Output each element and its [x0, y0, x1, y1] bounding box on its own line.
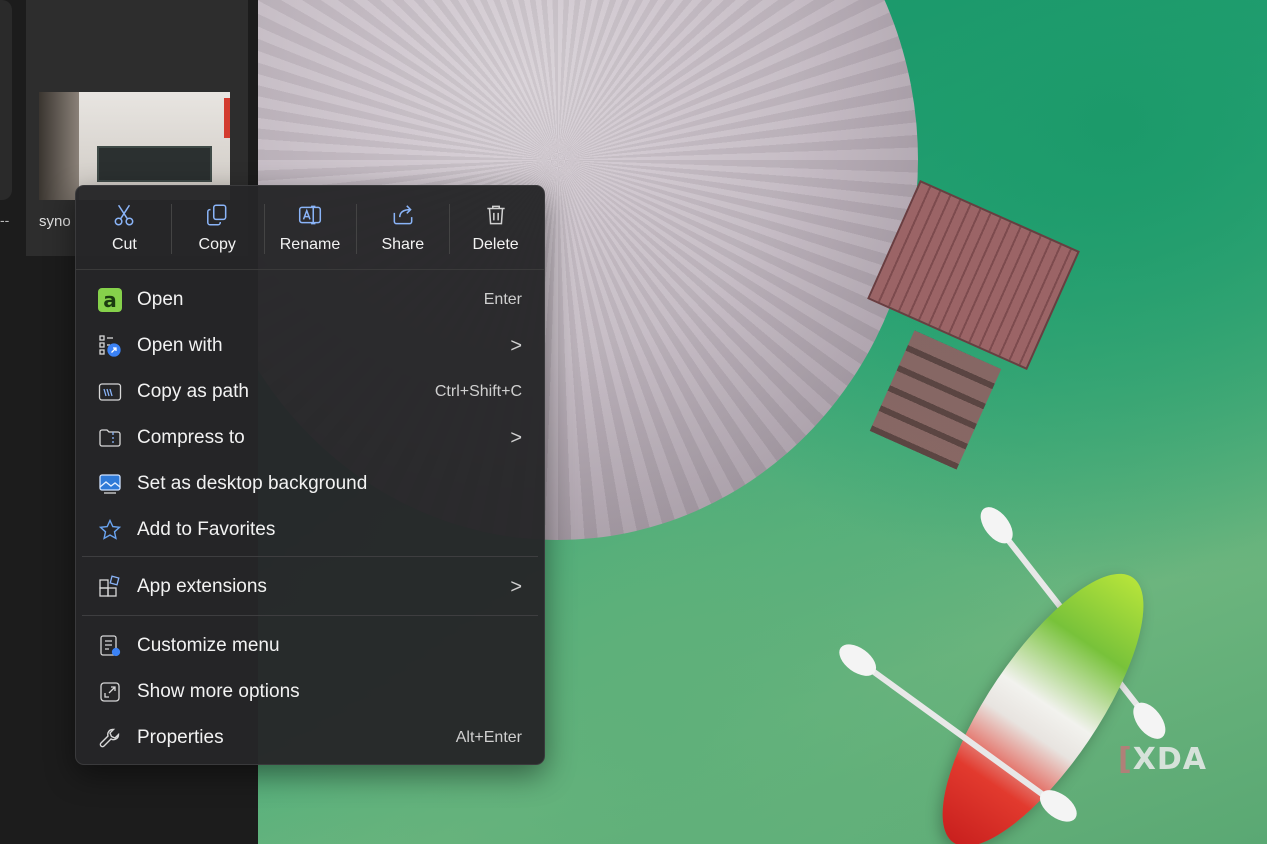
quick-actions-bar: Cut Copy Rename Share Delete: [76, 186, 544, 270]
thumbnail-board: [97, 146, 212, 182]
zip-folder-icon: [97, 425, 123, 451]
menu-item-label: Set as desktop background: [137, 473, 368, 494]
copy-label: Copy: [198, 236, 236, 253]
menu-item-compress-to[interactable]: Compress to >: [76, 415, 544, 461]
menu-item-label: Compress to: [137, 427, 245, 448]
rename-label: Rename: [279, 236, 341, 253]
thumbnail-accent: [224, 98, 230, 138]
file-thumbnail: [39, 92, 230, 200]
share-button[interactable]: Share: [356, 186, 449, 269]
menu-item-label: Properties: [137, 727, 224, 748]
star-icon: [97, 517, 123, 543]
shortcut-hint: Alt+Enter: [455, 729, 522, 746]
menu-item-set-desktop-background[interactable]: Set as desktop background: [76, 461, 544, 507]
share-icon: [393, 205, 413, 225]
scissors-icon: [114, 204, 134, 226]
menu-item-add-to-favorites[interactable]: Add to Favorites: [76, 507, 544, 553]
cut-label: Cut: [111, 236, 137, 253]
menu-item-properties[interactable]: Properties Alt+Enter: [76, 715, 544, 761]
copy-icon: [207, 204, 227, 226]
menu-item-label: Open: [137, 289, 184, 310]
context-menu: Cut Copy Rename Share Delete a Open Ente…: [75, 185, 545, 765]
shortcut-hint: Ctrl+Shift+C: [434, 383, 522, 400]
menu-item-open-with[interactable]: Open with >: [76, 323, 544, 369]
app-icon: a: [97, 287, 123, 313]
menu-item-label: Open with: [137, 335, 223, 356]
delete-button[interactable]: Delete: [449, 186, 542, 269]
chevron-right-icon: >: [510, 334, 522, 357]
wallpaper-icon: [97, 471, 123, 497]
rename-icon: [298, 205, 322, 225]
delete-label: Delete: [472, 236, 519, 253]
dock-stairs-shape: [869, 330, 1002, 470]
customize-icon: [97, 633, 123, 659]
chevron-right-icon: >: [510, 575, 522, 598]
menu-item-label: Copy as path: [137, 381, 249, 402]
expand-icon: [97, 679, 123, 705]
menu-separator: [82, 615, 538, 616]
app-icon-glyph: a: [98, 288, 122, 312]
menu-item-show-more-options[interactable]: Show more options: [76, 669, 544, 715]
copy-button[interactable]: Copy: [170, 186, 264, 269]
watermark-logo: [XDA: [1118, 742, 1207, 777]
truncation-dashes: --: [0, 212, 10, 228]
chevron-right-icon: >: [510, 426, 522, 449]
cut-button[interactable]: Cut: [78, 186, 171, 269]
extensions-icon: [97, 574, 123, 600]
menu-item-app-extensions[interactable]: App extensions >: [76, 564, 544, 610]
menu-item-open[interactable]: a Open Enter: [76, 277, 544, 323]
wrench-icon: [97, 725, 123, 751]
menu-item-label: Customize menu: [137, 635, 280, 656]
shortcut-hint: Enter: [483, 291, 522, 308]
path-icon: [97, 379, 123, 405]
rename-button[interactable]: Rename: [263, 186, 357, 269]
share-label: Share: [381, 236, 425, 253]
trash-icon: [486, 205, 505, 225]
menu-item-label: Add to Favorites: [137, 519, 276, 540]
menu-item-label: Show more options: [137, 681, 300, 702]
menu-item-customize-menu[interactable]: Customize menu: [76, 623, 544, 669]
file-name: syno: [39, 213, 71, 230]
pane-edge: [0, 0, 12, 200]
open-with-icon: [97, 333, 123, 359]
menu-item-copy-as-path[interactable]: Copy as path Ctrl+Shift+C: [76, 369, 544, 415]
menu-separator: [82, 556, 538, 557]
menu-item-label: App extensions: [137, 576, 267, 597]
thumbnail-shadow: [39, 92, 79, 200]
